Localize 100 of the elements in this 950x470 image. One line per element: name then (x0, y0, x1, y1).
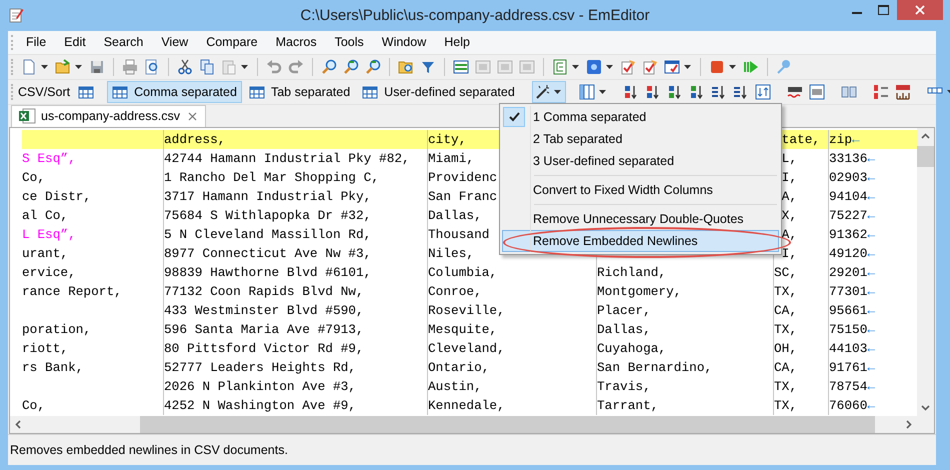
horizontal-scrollbar[interactable] (10, 416, 917, 434)
scroll-right-icon[interactable] (904, 420, 913, 430)
newline-mark: ← (867, 188, 876, 204)
menu-item[interactable]: Search (96, 33, 152, 52)
table-cell: 91362 (829, 226, 868, 242)
table-cell: 1 Rancho Del Mar Shopping C, (164, 170, 380, 185)
separator-mode-button[interactable]: Comma separated (107, 80, 242, 103)
spreadsheet-icon (18, 108, 36, 124)
table-cell: 52777 Leaders Heights Rd, (164, 360, 356, 375)
table-icon (362, 84, 378, 100)
clipboard-icon[interactable] (221, 58, 237, 75)
table-icon[interactable] (78, 84, 94, 100)
dropdown-caret-icon[interactable] (41, 64, 48, 69)
app-tile-icon[interactable] (586, 58, 602, 75)
table-cell: 75684 S Withlapopka Dr #32, (164, 208, 372, 223)
dropdown-caret-icon[interactable] (606, 64, 613, 69)
table-cell: San Bernardino, (597, 360, 712, 375)
copy-icon[interactable] (199, 58, 215, 75)
dropdown-caret-icon[interactable] (684, 64, 691, 69)
scroll-left-icon[interactable] (14, 420, 23, 430)
stop-icon[interactable] (709, 58, 725, 75)
checklist-icon[interactable] (642, 58, 658, 75)
magnifier-icon[interactable] (343, 58, 359, 75)
table-cell: 77301 (829, 284, 868, 299)
magnifier-icon[interactable] (321, 58, 337, 75)
newline-mark: ← (867, 340, 876, 356)
menu-option[interactable]: 1 Comma separated (502, 106, 779, 128)
swap-icon[interactable] (754, 84, 771, 100)
menu-option[interactable]: Convert to Fixed Width Columns (502, 179, 779, 201)
grid-document-icon[interactable] (808, 84, 825, 100)
menu-option[interactable]: Remove Embedded Newlines (502, 230, 779, 252)
table-cell: 75150 (829, 322, 868, 337)
newline-mark: ← (867, 360, 876, 375)
table-cell-text: A, (780, 188, 798, 206)
table-cell: riott, (22, 340, 68, 356)
sort-lines-icon[interactable] (710, 84, 727, 100)
sort-icon[interactable] (666, 84, 683, 100)
dropdown-caret-icon[interactable] (241, 64, 248, 69)
table-cell: al Co, (22, 208, 68, 223)
close-icon[interactable] (188, 112, 197, 121)
table-cell: poration, (22, 322, 92, 337)
close-button[interactable] (897, 0, 943, 20)
scroll-up-icon[interactable] (921, 132, 930, 141)
columns-icon[interactable] (578, 84, 595, 100)
table-cell: 596 Santa Maria Ave #7913, (164, 322, 364, 337)
sort-icon[interactable] (688, 84, 705, 100)
checklist-icon[interactable] (620, 58, 636, 75)
menu-item[interactable]: Window (374, 33, 434, 52)
window-check-icon[interactable] (664, 58, 680, 75)
table-cell: Mesquite, (428, 322, 498, 337)
menu-option[interactable]: Remove Unnecessary Double-Quotes (502, 208, 779, 230)
table-cell: Montgomery, (597, 284, 682, 299)
scroll-down-icon[interactable] (921, 403, 930, 412)
dropdown-caret-icon[interactable] (598, 90, 606, 94)
table-cell: Dallas, (428, 208, 482, 223)
menu-option[interactable]: 3 User-defined separated (502, 150, 779, 172)
menu-item[interactable]: Macros (268, 33, 325, 52)
sort-icon[interactable] (622, 84, 639, 100)
printer-icon[interactable] (122, 58, 138, 75)
scissors-icon[interactable] (177, 58, 193, 75)
table-cell: Tarrant, (597, 398, 658, 413)
menu-item[interactable]: Tools (326, 33, 372, 52)
separator-mode-button[interactable]: User-defined separated (357, 80, 520, 103)
separator-mode-button[interactable]: Tab separated (244, 80, 356, 103)
folder-search-icon[interactable] (398, 58, 414, 75)
print-preview-icon[interactable] (144, 58, 160, 75)
tree-document-icon[interactable] (552, 58, 568, 75)
table-cell: S Esq”, (22, 150, 76, 166)
scroll-thumb[interactable] (140, 416, 875, 434)
vertical-scrollbar[interactable] (917, 128, 934, 416)
table-cell: ervice, (22, 264, 76, 280)
ruler-icon[interactable] (894, 84, 911, 100)
numbered-list-icon[interactable] (872, 84, 889, 100)
table-cell: ce Distr, (22, 188, 92, 204)
split-view-icon[interactable] (840, 84, 857, 100)
header-cell: address, (163, 130, 427, 149)
table-cell-text: A, (780, 226, 798, 244)
menu-item[interactable]: File (18, 33, 54, 52)
csv-tools-button[interactable] (532, 80, 566, 103)
menu-item[interactable]: Compare (198, 33, 266, 52)
dropdown-caret-icon[interactable] (572, 64, 579, 69)
dropdown-caret-icon[interactable] (729, 64, 736, 69)
table-cell: Ontario, (428, 360, 490, 375)
file-tab[interactable]: us-company-address.csv (11, 104, 206, 127)
sort-icon[interactable] (644, 84, 661, 100)
table-cell: Austin, (428, 378, 482, 394)
table-cell-text: TX, (774, 396, 798, 415)
table-cell: 02903 (829, 170, 868, 185)
menu-item[interactable]: Help (436, 33, 478, 52)
table-cell: 8977 Connecticut Ave Nw #3, (164, 246, 372, 261)
dropdown-caret-icon[interactable] (75, 64, 82, 69)
sort-lines-icon[interactable] (732, 84, 749, 100)
magnifier-icon[interactable] (365, 58, 381, 75)
newline-mark: ← (867, 246, 876, 261)
table-cell-text: TX, (774, 282, 798, 301)
menu-item[interactable]: Edit (56, 33, 94, 52)
scroll-thumb[interactable] (917, 146, 934, 167)
table-cell: 80 Pittsford Victor Rd #9, (164, 340, 364, 356)
window-bars-icon[interactable] (453, 58, 469, 75)
menu-item[interactable]: View (153, 33, 196, 52)
